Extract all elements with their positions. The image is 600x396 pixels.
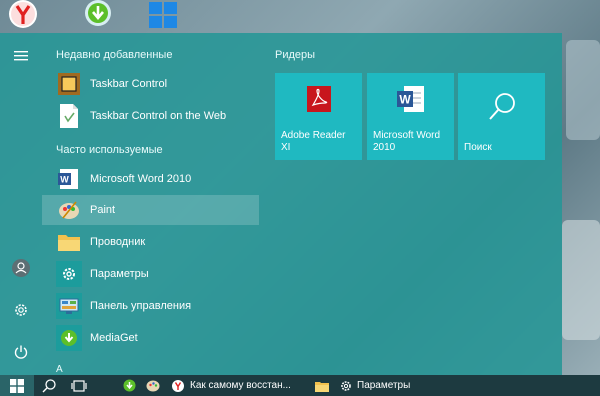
windows-logo-icon — [10, 378, 24, 393]
app-item-file-explorer[interactable]: Проводник — [42, 227, 259, 257]
taskbar-task-label: Параметры — [357, 380, 411, 391]
app-item-label: MediaGet — [90, 332, 138, 344]
file-explorer-folder-icon — [315, 381, 329, 392]
taskbar-mediaget-button[interactable] — [120, 375, 138, 396]
app-item-label: Панель управления — [90, 300, 192, 312]
app-item-taskbar-control-web[interactable]: Taskbar Control on the Web — [42, 101, 259, 131]
user-avatar-icon — [12, 259, 30, 277]
tile-microsoft-word[interactable]: W Microsoft Word 2010 — [367, 73, 454, 160]
search-icon — [488, 93, 515, 120]
mediaget-download-icon — [85, 0, 111, 26]
power-button[interactable] — [0, 335, 42, 369]
frequent-section-title: Часто используемые — [56, 144, 163, 156]
user-account-button[interactable] — [0, 251, 42, 285]
app-item-label: Microsoft Word 2010 — [90, 173, 192, 185]
tile-label: Поиск — [464, 142, 492, 153]
search-icon — [42, 378, 56, 392]
tile-label: Microsoft Word 2010 — [373, 130, 441, 153]
control-panel-icon — [56, 293, 82, 319]
taskbar-search-button[interactable] — [34, 375, 64, 396]
more-apps-letter[interactable]: A — [56, 364, 63, 375]
taskbar-paint-button[interactable] — [138, 375, 168, 396]
power-icon — [14, 345, 28, 359]
taskbar-task-label: Как самому восстан... — [190, 380, 291, 391]
app-item-taskbar-control[interactable]: Taskbar Control — [42, 69, 259, 99]
start-rail — [0, 33, 42, 375]
taskbar-explorer-button[interactable] — [308, 375, 336, 396]
web-document-icon — [56, 103, 82, 129]
hamburger-menu-button[interactable] — [0, 39, 42, 73]
tile-search[interactable]: Поиск — [458, 73, 545, 160]
settings-button[interactable] — [0, 293, 42, 327]
taskbar-task-settings[interactable]: Параметры — [336, 375, 436, 396]
tile-adobe-reader[interactable]: Adobe Reader XI — [275, 73, 362, 160]
hamburger-menu-icon — [14, 51, 28, 61]
word-icon: W — [56, 166, 82, 192]
taskbar-pinned-blank[interactable] — [94, 375, 120, 396]
file-explorer-folder-icon — [56, 229, 82, 255]
recent-section-title: Недавно добавленные — [56, 49, 173, 61]
svg-text:W: W — [399, 93, 411, 107]
app-item-mediaget[interactable]: MediaGet — [42, 323, 259, 353]
task-view-button[interactable] — [64, 375, 94, 396]
settings-gear-icon — [56, 261, 82, 287]
adobe-reader-icon — [306, 86, 331, 112]
paint-palette-icon — [146, 380, 160, 392]
desktop-wallpaper-book — [562, 220, 600, 340]
app-item-microsoft-word[interactable]: W Microsoft Word 2010 — [42, 164, 259, 194]
start-button[interactable] — [0, 375, 34, 396]
taskbar: Как самому восстан... Параметры — [0, 375, 600, 396]
task-view-icon — [71, 379, 87, 392]
desktop-windows-icon[interactable] — [145, 0, 185, 30]
desktop-yandex-browser-icon[interactable] — [6, 0, 46, 30]
app-item-label: Paint — [90, 204, 116, 216]
app-item-label: Параметры — [90, 268, 149, 280]
desktop-wallpaper-cup — [566, 40, 600, 140]
mediaget-icon — [56, 325, 82, 351]
paint-palette-icon — [56, 197, 82, 223]
start-menu: Недавно добавленные Taskbar Control Task… — [0, 33, 562, 375]
settings-gear-icon — [15, 304, 27, 316]
app-item-settings[interactable]: Параметры — [42, 259, 259, 289]
app-item-label: Taskbar Control on the Web — [90, 110, 227, 122]
svg-text:W: W — [60, 175, 69, 185]
app-item-label: Проводник — [90, 236, 146, 248]
taskbar-task-browser[interactable]: Как самому восстан... — [168, 375, 308, 396]
word-icon: W — [396, 86, 424, 112]
desktop-mediaget-icon[interactable] — [80, 0, 120, 30]
yandex-browser-icon — [9, 0, 37, 28]
tile-label: Adobe Reader XI — [281, 130, 346, 153]
yandex-browser-icon — [172, 379, 184, 392]
taskbar-control-icon — [56, 71, 82, 97]
app-item-paint[interactable]: Paint — [42, 195, 259, 225]
settings-gear-icon — [341, 380, 351, 391]
mediaget-icon — [123, 379, 135, 392]
app-item-control-panel[interactable]: Панель управления — [42, 291, 259, 321]
tile-group-title: Ридеры — [275, 49, 316, 61]
windows-icon — [149, 2, 177, 28]
app-item-label: Taskbar Control — [90, 78, 168, 90]
